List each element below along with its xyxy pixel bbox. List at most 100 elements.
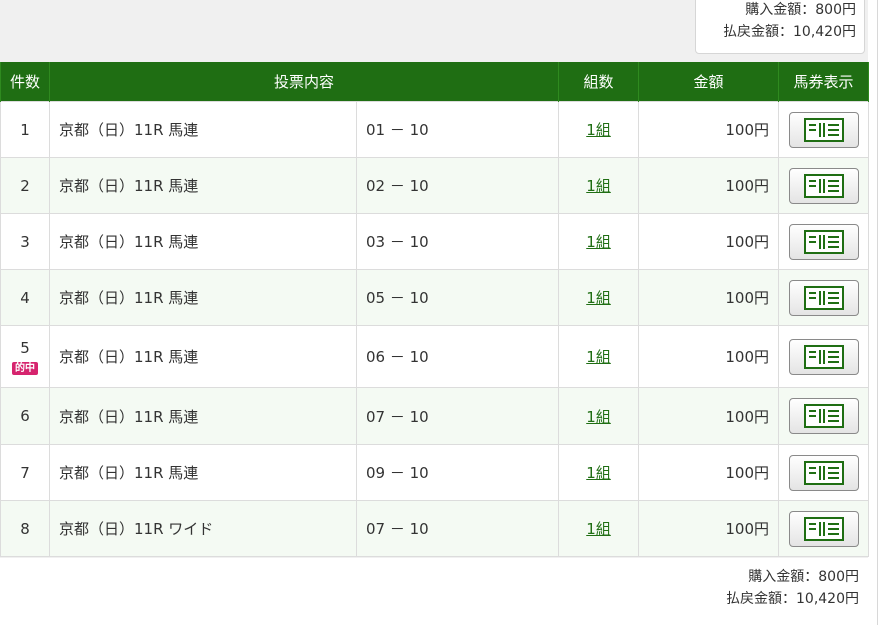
horse-combination: 03 － 10	[355, 213, 560, 270]
kumi-link[interactable]: 1組	[586, 464, 611, 482]
ticket-view-button[interactable]	[788, 111, 859, 148]
horse-combination: 05 － 10	[355, 269, 560, 326]
header-amount: 金額	[638, 62, 780, 102]
kumi-cell: 1組	[558, 387, 640, 445]
table-row: 4 京都（日）11R 馬連 05 － 10 1組 100円	[0, 269, 870, 326]
kumi-cell: 1組	[558, 444, 640, 501]
amount: 100円	[638, 213, 780, 270]
ticket-view-button[interactable]	[788, 223, 859, 260]
race-info: 京都（日）11R ワイド	[49, 500, 357, 557]
ticket-cell	[778, 213, 870, 270]
row-number-cell: 6	[0, 387, 50, 445]
row-number-cell: 4	[0, 269, 50, 326]
bet-table: 件数 投票内容 組数 金額 馬券表示 1 京都（日）11R 馬連 01 － 10 1組…	[0, 62, 870, 557]
row-number: 1	[20, 120, 30, 139]
kumi-cell: 1組	[558, 500, 640, 557]
table-row: 8 京都（日）11R ワイド 07 － 10 1組 100円	[0, 500, 870, 557]
ticket-view-button[interactable]	[788, 279, 859, 316]
kumi-cell: 1組	[558, 157, 640, 214]
summary-box-bottom: 購入金額：800円 払戻金額：10,420円	[600, 566, 868, 610]
ticket-cell	[778, 325, 870, 388]
horse-combination: 06 － 10	[355, 325, 560, 388]
row-number-cell: 1	[0, 101, 50, 158]
race-info: 京都（日）11R 馬連	[49, 269, 357, 326]
purchase-value: 800円	[818, 569, 859, 585]
row-number-cell: 7	[0, 444, 50, 501]
row-number: 2	[20, 176, 30, 195]
kumi-cell: 1組	[558, 213, 640, 270]
row-number: 5	[20, 338, 30, 357]
kumi-link[interactable]: 1組	[586, 233, 611, 251]
kumi-link[interactable]: 1組	[586, 520, 611, 538]
payout-label: 払戻金額：	[726, 591, 796, 607]
payout-value: 10,420円	[796, 591, 859, 607]
kumi-link[interactable]: 1組	[586, 348, 611, 366]
payout-total-bottom: 払戻金額：10,420円	[600, 588, 868, 610]
race-info: 京都（日）11R 馬連	[49, 387, 357, 445]
ticket-view-icon	[803, 117, 844, 142]
table-header-row: 件数 投票内容 組数 金額 馬券表示	[0, 62, 870, 102]
kumi-link[interactable]: 1組	[586, 289, 611, 307]
ticket-view-button[interactable]	[788, 167, 859, 204]
ticket-view-icon	[803, 516, 844, 541]
row-number: 6	[20, 407, 30, 425]
horse-combination: 02 － 10	[355, 157, 560, 214]
header-ticket: 馬券表示	[778, 62, 870, 102]
row-number: 7	[20, 463, 30, 482]
kumi-cell: 1組	[558, 325, 640, 388]
right-edge-strip	[868, 0, 887, 625]
bet-table-wrapper: 件数 投票内容 組数 金額 馬券表示 1 京都（日）11R 馬連 01 － 10 1組…	[0, 62, 870, 557]
ticket-view-icon	[803, 285, 844, 310]
kumi-cell: 1組	[558, 101, 640, 158]
table-row: 5 的中 京都（日）11R 馬連 06 － 10 1組 100円	[0, 325, 870, 388]
amount: 100円	[638, 325, 780, 388]
purchase-label: 購入金額：	[745, 2, 816, 18]
kumi-link[interactable]: 1組	[586, 177, 611, 195]
amount: 100円	[638, 444, 780, 501]
purchase-total-bottom: 購入金額：800円	[600, 566, 868, 588]
amount: 100円	[638, 500, 780, 557]
row-number: 3	[20, 232, 30, 251]
ticket-cell	[778, 269, 870, 326]
row-number-cell: 2	[0, 157, 50, 214]
ticket-view-icon	[803, 344, 844, 369]
scroll-divider	[877, 0, 878, 625]
horse-combination: 01 － 10	[355, 101, 560, 158]
payout-value: 10,420円	[793, 24, 856, 40]
ticket-cell	[778, 444, 870, 501]
table-row: 1 京都（日）11R 馬連 01 － 10 1組 100円	[0, 101, 870, 158]
row-number: 8	[20, 519, 30, 538]
table-row: 3 京都（日）11R 馬連 03 － 10 1組 100円	[0, 213, 870, 270]
ticket-view-button[interactable]	[788, 510, 859, 547]
ticket-view-icon	[803, 460, 844, 485]
ticket-cell	[778, 387, 870, 445]
purchase-value: 800円	[815, 2, 856, 18]
kumi-link[interactable]: 1組	[586, 121, 611, 139]
header-content: 投票内容	[48, 62, 560, 102]
row-number: 4	[20, 288, 30, 307]
kumi-cell: 1組	[558, 269, 640, 326]
ticket-cell	[778, 101, 870, 158]
row-number-cell: 3	[0, 213, 50, 270]
summary-box-top: 購入金額：800円 払戻金額：10,420円	[695, 0, 865, 54]
horse-combination: 07 － 10	[355, 500, 560, 557]
ticket-view-button[interactable]	[788, 454, 859, 491]
ticket-view-icon	[803, 229, 844, 254]
ticket-view-button[interactable]	[788, 338, 859, 375]
ticket-cell	[778, 157, 870, 214]
kumi-link[interactable]: 1組	[586, 408, 611, 426]
purchase-total-top: 購入金額：800円	[696, 0, 864, 21]
header-count: 件数	[0, 62, 50, 102]
race-info: 京都（日）11R 馬連	[49, 157, 357, 214]
table-row: 6 京都（日）11R 馬連 07 － 10 1組 100円	[0, 387, 870, 445]
ticket-view-button[interactable]	[788, 398, 859, 434]
ticket-cell	[778, 500, 870, 557]
ticket-view-icon	[803, 404, 844, 428]
row-number-cell: 8	[0, 500, 50, 557]
amount: 100円	[638, 101, 780, 158]
ticket-view-icon	[803, 173, 844, 198]
header-kumi: 組数	[558, 62, 640, 102]
payout-label: 払戻金額：	[723, 24, 793, 40]
amount: 100円	[638, 269, 780, 326]
row-number-cell: 5 的中	[0, 325, 50, 388]
